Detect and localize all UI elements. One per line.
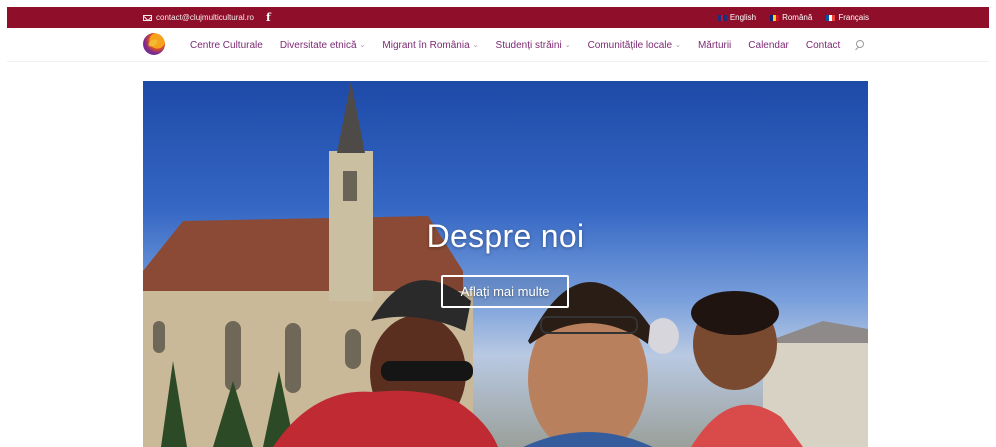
- tower-window: [343, 171, 357, 201]
- nav-item-label[interactable]: Contact: [806, 40, 840, 51]
- nav-item-label[interactable]: Comunitățile locale: [588, 40, 673, 51]
- language-label[interactable]: English: [730, 13, 756, 22]
- nav-item-label[interactable]: Studenți străini: [496, 40, 562, 51]
- language-label[interactable]: Français: [838, 13, 869, 22]
- top-bar: contact@clujmulticultural.ro f English R…: [7, 7, 989, 28]
- main-navigation: Centre Culturale Diversitate etnică ⌄ Mi…: [7, 28, 989, 62]
- nav-item-label[interactable]: Centre Culturale: [190, 40, 263, 51]
- facebook-icon[interactable]: f: [266, 11, 271, 24]
- language-label[interactable]: Română: [782, 13, 812, 22]
- chevron-down-icon: ⌄: [564, 42, 571, 49]
- tower-spire: [337, 81, 365, 153]
- mail-icon: [143, 14, 152, 21]
- contact-email-link[interactable]: contact@clujmulticultural.ro: [143, 13, 254, 22]
- language-french[interactable]: Français: [826, 13, 869, 22]
- romania-flag-icon: [770, 14, 780, 21]
- uk-flag-icon: [717, 14, 727, 21]
- france-flag-icon: [826, 14, 836, 21]
- nav-item-calendar[interactable]: Calendar: [748, 40, 789, 51]
- nav-item-diversitate-etnica[interactable]: Diversitate etnică ⌄: [280, 40, 366, 51]
- contact-email[interactable]: contact@clujmulticultural.ro: [156, 13, 254, 22]
- nav-item-label[interactable]: Mărturii: [698, 40, 731, 51]
- hero-photo: [143, 81, 868, 447]
- sunglasses: [381, 361, 473, 381]
- hero-banner: Despre noi Aflați mai multe: [143, 81, 868, 447]
- child-hair: [691, 291, 779, 335]
- nav-item-label[interactable]: Diversitate etnică: [280, 40, 357, 51]
- nav-item-contact[interactable]: Contact: [806, 40, 840, 51]
- nav-item-migrant-in-romania[interactable]: Migrant în România ⌄: [382, 40, 478, 51]
- nav-item-label[interactable]: Calendar: [748, 40, 789, 51]
- chevron-down-icon: ⌄: [675, 42, 681, 49]
- language-romanian[interactable]: Română: [770, 13, 812, 22]
- site-logo[interactable]: [143, 33, 165, 55]
- nav-item-studenti-straini[interactable]: Studenți străini ⌄: [496, 40, 571, 51]
- man-shirt: [523, 432, 653, 447]
- nav-item-centre-culturale[interactable]: Centre Culturale: [190, 40, 263, 51]
- dome: [647, 318, 679, 354]
- nav-item-label[interactable]: Migrant în România: [382, 40, 469, 51]
- language-switcher: English Română Français: [717, 7, 869, 28]
- chevron-down-icon: ⌄: [359, 42, 366, 49]
- chevron-down-icon: ⌄: [472, 42, 479, 49]
- nav-menu: Centre Culturale Diversitate etnică ⌄ Mi…: [190, 28, 865, 62]
- learn-more-button[interactable]: Aflați mai multe: [441, 275, 569, 308]
- search-icon[interactable]: [855, 40, 865, 50]
- language-english[interactable]: English: [717, 13, 756, 22]
- hero-title: Despre noi: [426, 218, 585, 254]
- nav-item-marturii[interactable]: Mărturii: [698, 40, 731, 51]
- nav-item-comunitatile-locale[interactable]: Comunitățile locale ⌄: [588, 40, 681, 51]
